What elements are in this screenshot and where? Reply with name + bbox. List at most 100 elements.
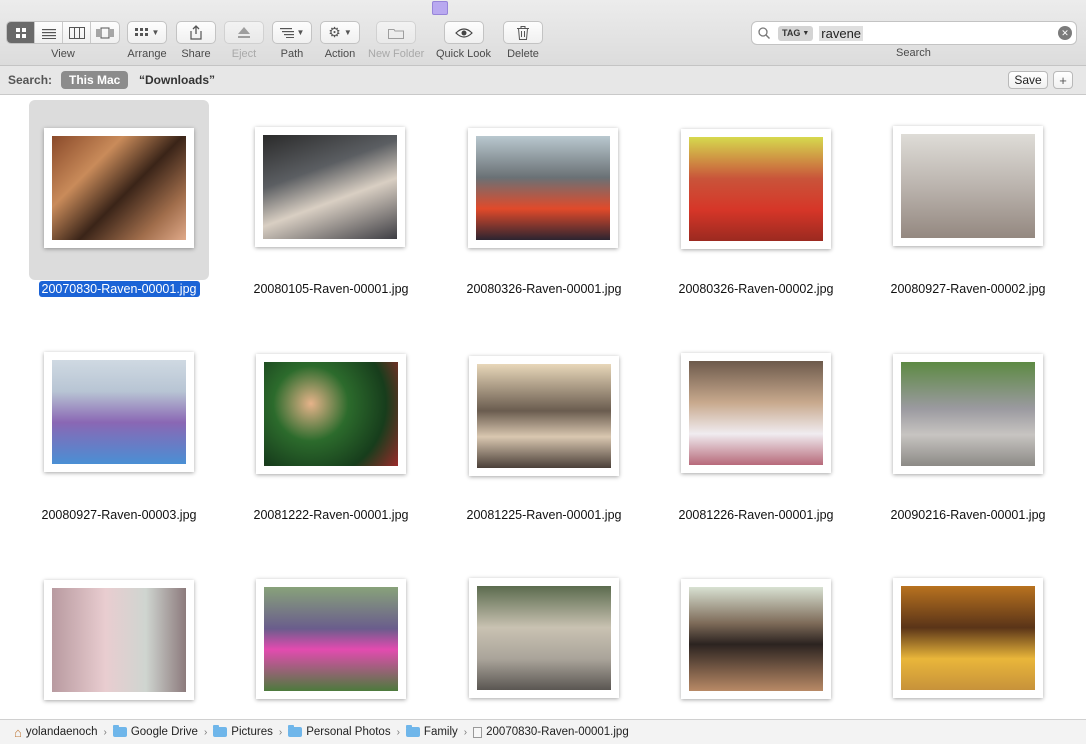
scope-this-mac-button[interactable]: This Mac [61, 71, 129, 89]
file-item[interactable]: 20080326-Raven-00001.jpg [438, 96, 650, 306]
photo-image [689, 587, 823, 691]
icon-view-button[interactable] [7, 22, 35, 43]
file-thumbnail[interactable] [681, 579, 831, 699]
search-label: Search [896, 47, 931, 59]
path-crumb[interactable]: 20070830-Raven-00001.jpg [473, 726, 629, 738]
file-thumbnail[interactable] [256, 354, 406, 474]
folder-icon [213, 725, 228, 737]
share-button[interactable] [176, 21, 216, 44]
path-group: ▼ Path [272, 21, 312, 60]
delete-button[interactable] [503, 21, 543, 44]
toolbar: View ▼ Arrange Share Eject ▼ Path ⚙ ▼ Ac… [0, 0, 1086, 66]
file-name-label[interactable]: 20081225-Raven-00001.jpg [438, 508, 650, 522]
file-thumbnail[interactable] [893, 578, 1043, 698]
file-thumbnail[interactable] [468, 128, 618, 248]
file-item[interactable]: 20081226-Raven-00001.jpg [650, 322, 862, 532]
chevron-down-icon: ▼ [151, 28, 160, 37]
add-criteria-button[interactable]: + [1053, 71, 1073, 89]
chevron-down-icon: ▼ [802, 29, 810, 37]
file-thumbnail[interactable] [469, 578, 619, 698]
quick-look-button[interactable] [443, 21, 484, 44]
file-name-text: 20080326-Raven-00001.jpg [466, 282, 622, 296]
arrange-icon [134, 27, 148, 36]
new-folder-label: New Folder [368, 48, 425, 60]
gallery-view-button[interactable] [91, 22, 119, 43]
view-segmented-control[interactable] [6, 21, 120, 44]
file-item[interactable] [650, 548, 862, 719]
file-item[interactable]: 20080927-Raven-00002.jpg [862, 96, 1074, 306]
file-thumbnail[interactable] [893, 354, 1043, 474]
file-name-text: 20080326-Raven-00002.jpg [678, 282, 834, 296]
action-button[interactable]: ⚙ ▼ [320, 21, 360, 44]
search-input[interactable]: ravene [819, 25, 864, 41]
file-name-label[interactable]: 20080326-Raven-00002.jpg [650, 282, 862, 296]
path-crumb[interactable]: Pictures [213, 725, 273, 738]
path-crumb[interactable]: Google Drive [112, 725, 198, 738]
file-name-label[interactable]: 20081226-Raven-00001.jpg [650, 508, 862, 522]
search-tag-token[interactable]: TAG ▼ [778, 25, 814, 41]
file-name-label[interactable]: 20080326-Raven-00001.jpg [438, 282, 650, 296]
chevron-right-icon: › [103, 726, 107, 738]
file-thumbnail[interactable] [44, 580, 194, 700]
file-item[interactable] [13, 548, 225, 719]
gear-icon: ⚙ [328, 24, 341, 40]
file-thumbnail[interactable] [44, 128, 194, 248]
finder-window: View ▼ Arrange Share Eject ▼ Path ⚙ ▼ Ac… [0, 0, 1086, 744]
file-item[interactable]: 20080927-Raven-00003.jpg [13, 322, 225, 532]
photo-image [901, 586, 1035, 690]
file-name-label[interactable]: 20090216-Raven-00001.jpg [862, 508, 1074, 522]
path-crumb[interactable]: ⌂ yolandaenoch [14, 725, 97, 740]
save-search-button[interactable]: Save [1008, 71, 1048, 89]
eject-group: Eject [224, 21, 264, 60]
search-field[interactable]: TAG ▼ ravene ✕ [751, 21, 1077, 45]
folder-proxy-icon[interactable] [432, 1, 448, 15]
path-crumb-label: Family [423, 726, 458, 738]
path-crumb[interactable]: Family [405, 725, 458, 738]
file-item[interactable]: 20081225-Raven-00001.jpg [438, 322, 650, 532]
file-thumbnail[interactable] [44, 352, 194, 472]
photo-image [689, 137, 823, 241]
scope-downloads-button[interactable]: “Downloads” [139, 73, 215, 87]
file-name-text: 20070830-Raven-00001.jpg [38, 281, 200, 297]
column-view-button[interactable] [63, 22, 91, 43]
file-thumbnail[interactable] [681, 129, 831, 249]
file-thumbnail[interactable] [893, 126, 1043, 246]
file-thumbnail[interactable] [681, 353, 831, 473]
file-name-label[interactable]: 20080927-Raven-00002.jpg [862, 282, 1074, 296]
file-item[interactable] [438, 548, 650, 719]
file-name-label[interactable]: 20080105-Raven-00001.jpg [225, 282, 437, 296]
arrange-button[interactable]: ▼ [127, 21, 167, 44]
arrange-label: Arrange [127, 48, 167, 60]
view-group: View [6, 21, 120, 60]
path-crumb[interactable]: Personal Photos [288, 725, 391, 738]
file-thumbnail[interactable] [255, 127, 405, 247]
path-button[interactable]: ▼ [272, 21, 312, 44]
file-item[interactable]: 20090216-Raven-00001.jpg [862, 322, 1074, 532]
file-thumbnail[interactable] [256, 579, 406, 699]
new-folder-button[interactable] [376, 21, 417, 44]
file-item[interactable] [862, 548, 1074, 719]
eject-icon [238, 27, 250, 38]
chevron-right-icon: › [463, 726, 468, 738]
share-label: Share [181, 48, 211, 60]
delete-label: Delete [507, 48, 539, 60]
photo-image [52, 360, 186, 464]
file-name-label[interactable]: 20081222-Raven-00001.jpg [225, 508, 437, 522]
file-name-label[interactable]: 20080927-Raven-00003.jpg [13, 508, 225, 522]
folder-icon [112, 725, 127, 737]
file-item[interactable]: 20070830-Raven-00001.jpg [13, 96, 225, 306]
folder-icon [288, 725, 303, 737]
quick-look-group: Quick Look [436, 21, 491, 60]
eject-button[interactable] [224, 21, 264, 44]
file-item[interactable]: 20080326-Raven-00002.jpg [650, 96, 862, 306]
file-thumbnail[interactable] [469, 356, 619, 476]
chevron-right-icon: › [396, 726, 400, 738]
file-item[interactable]: 20080105-Raven-00001.jpg [225, 96, 437, 306]
file-name-label[interactable]: 20070830-Raven-00001.jpg [13, 281, 225, 297]
list-view-button[interactable] [35, 22, 63, 43]
file-name-text: 20090216-Raven-00001.jpg [890, 508, 1046, 522]
file-item[interactable] [225, 548, 437, 719]
file-item[interactable]: 20081222-Raven-00001.jpg [225, 322, 437, 532]
clear-search-icon[interactable]: ✕ [1058, 26, 1072, 40]
photo-image [901, 362, 1035, 466]
